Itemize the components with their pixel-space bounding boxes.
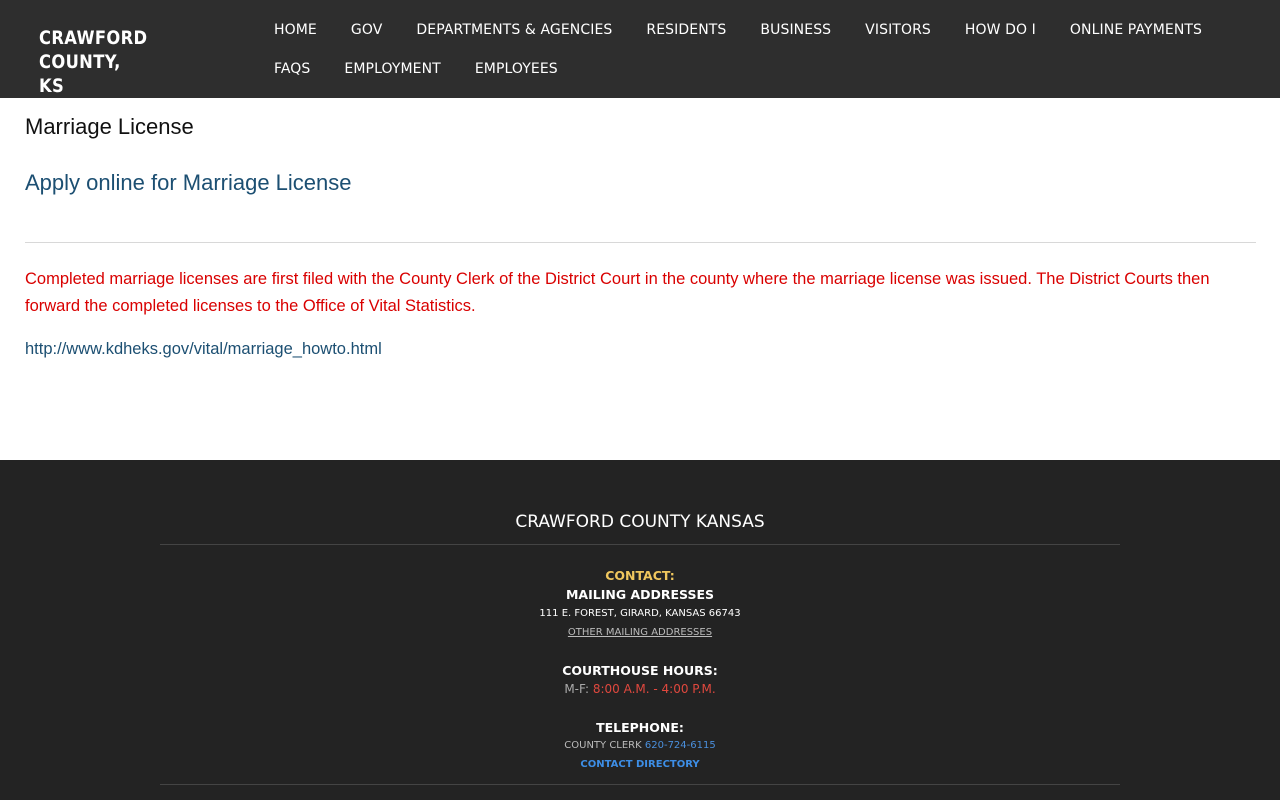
nav-item-home[interactable]: HOME (274, 20, 317, 40)
telephone-heading: TELEPHONE: (596, 720, 684, 735)
content-divider (25, 242, 1256, 243)
site-footer: CRAWFORD COUNTY KANSAS CONTACT: MAILING … (0, 460, 1280, 800)
courthouse-hours-heading: COURTHOUSE HOURS: (562, 663, 718, 678)
filing-notice: Completed marriage licenses are first fi… (25, 270, 1210, 315)
hours-days: M-F: (564, 682, 593, 696)
nav-item-departments-agencies[interactable]: DEPARTMENTS & AGENCIES (416, 20, 612, 40)
nav-row-2: FAQS EMPLOYMENT EMPLOYEES (274, 59, 592, 79)
nav-item-online-payments[interactable]: ONLINE PAYMENTS (1070, 20, 1202, 40)
footer-divider-bottom (160, 784, 1120, 785)
footer-divider-top (160, 544, 1120, 545)
nav-item-employment[interactable]: EMPLOYMENT (344, 59, 440, 79)
mailing-addresses-heading: MAILING ADDRESSES (565, 587, 715, 602)
phone-number-link[interactable]: 620-724-6115 (645, 740, 716, 751)
kdheks-reference-link[interactable]: http://www.kdheks.gov/vital/marriage_how… (25, 340, 382, 359)
hours-time: 8:00 A.M. - 4:00 P.M. (592, 682, 716, 696)
site-header: CRAWFORD COUNTY, KS HOME GOV DEPARTMENTS &… (0, 0, 1280, 98)
logo-line-2[interactable]: KS (39, 74, 211, 98)
nav-item-visitors[interactable]: VISITORS (865, 20, 931, 40)
footer-title: CRAWFORD COUNTY KANSAS (515, 512, 765, 532)
nav-item-business[interactable]: BUSINESS (760, 20, 831, 40)
other-mailing-addresses-link[interactable]: OTHER MAILING ADDRESSES (0, 627, 1280, 638)
apply-online-link[interactable]: Apply online for Marriage License (25, 170, 352, 196)
nav-item-how-do-i[interactable]: HOW DO I (965, 20, 1036, 40)
courthouse-hours: M-F: 8:00 A.M. - 4:00 P.M. (0, 682, 1280, 696)
nav-item-gov[interactable]: GOV (351, 20, 383, 40)
mailing-address: 111 E. FOREST, GIRARD, KANSAS 66743 (539, 608, 741, 619)
page-title: Marriage License (25, 114, 194, 139)
contact-directory-link[interactable]: CONTACT DIRECTORY (0, 759, 1280, 770)
contact-label: CONTACT: (605, 568, 675, 583)
phone-label: COUNTY CLERK (564, 740, 645, 751)
county-clerk-phone: COUNTY CLERK 620-724-6115 (0, 740, 1280, 751)
nav-item-residents[interactable]: RESIDENTS (646, 20, 726, 40)
nav-item-faqs[interactable]: FAQS (274, 59, 310, 79)
nav-item-employees[interactable]: EMPLOYEES (475, 59, 558, 79)
site-logo[interactable]: CRAWFORD COUNTY, KS (39, 26, 211, 98)
logo-line-1[interactable]: CRAWFORD COUNTY, (39, 26, 211, 74)
nav-row-1: HOME GOV DEPARTMENTS & AGENCIES RESIDENTS BU… (274, 20, 1236, 40)
